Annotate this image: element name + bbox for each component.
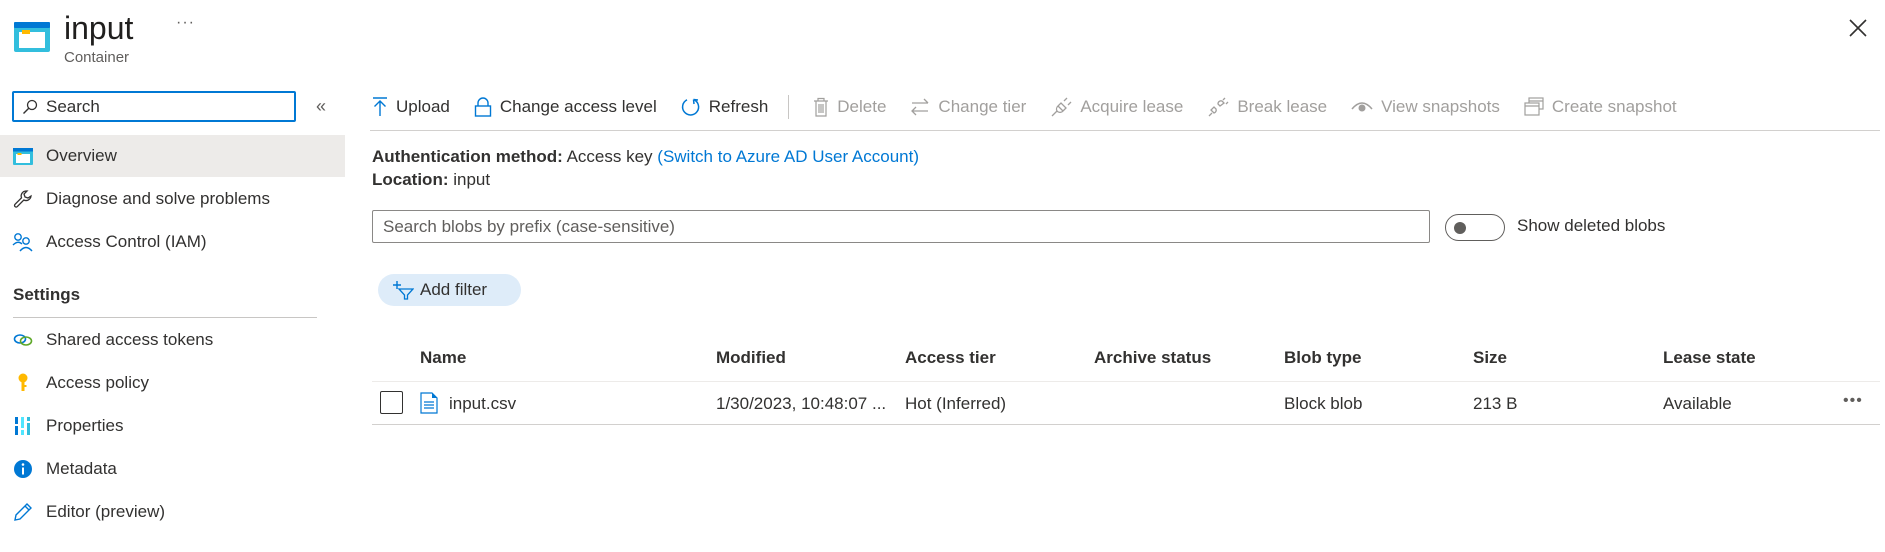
container-icon: [14, 22, 50, 52]
link-icon: [12, 329, 34, 351]
sidebar-item-label: Diagnose and solve problems: [46, 189, 270, 208]
cell-lease-state: Available: [1663, 394, 1732, 413]
create-snapshot-label: Create snapshot: [1551, 97, 1677, 116]
cell-modified: 1/30/2023, 10:48:07 ...: [716, 394, 887, 413]
auth-method-label: Authentication method:: [372, 147, 563, 166]
collapse-sidebar-button[interactable]: «: [316, 96, 326, 117]
toolbar-separator: [788, 95, 790, 119]
show-deleted-label: Show deleted blobs: [1517, 216, 1666, 235]
snapshot-icon: [1524, 97, 1544, 116]
change-tier-button[interactable]: Change tier: [910, 97, 1026, 117]
table-header-divider: [372, 381, 1880, 382]
toggle-knob: [1454, 222, 1466, 234]
table-row-divider: [372, 424, 1880, 425]
properties-icon: [12, 415, 34, 437]
cell-blob-type: Block blob: [1284, 394, 1363, 413]
view-snapshots-label: View snapshots: [1381, 97, 1500, 116]
sidebar-item-metadata[interactable]: Metadata: [0, 448, 345, 490]
page-subtitle: Container: [64, 49, 130, 66]
change-access-level-button[interactable]: Change access level: [474, 97, 657, 117]
blob-search-input[interactable]: [373, 211, 1429, 242]
key-icon: [12, 372, 34, 394]
location-value: input: [453, 170, 491, 189]
lock-icon: [474, 97, 492, 117]
acquire-lease-label: Acquire lease: [1080, 97, 1184, 116]
auth-method-line: Authentication method: Access key (Switc…: [372, 147, 919, 167]
refresh-button[interactable]: Refresh: [681, 97, 769, 117]
view-snapshots-button[interactable]: View snapshots: [1351, 97, 1500, 117]
sidebar-item-properties[interactable]: Properties: [0, 405, 345, 447]
pencil-icon: [12, 501, 34, 523]
close-button[interactable]: [1846, 16, 1870, 40]
close-icon: [1849, 19, 1867, 37]
column-header-size[interactable]: Size: [1473, 348, 1507, 368]
upload-button[interactable]: Upload: [372, 97, 450, 117]
more-options-button[interactable]: ···: [176, 14, 195, 32]
column-header-name[interactable]: Name: [420, 348, 466, 368]
blob-name-link[interactable]: input.csv: [449, 394, 516, 414]
cell-size: 213 B: [1473, 394, 1518, 413]
show-deleted-toggle[interactable]: [1445, 214, 1505, 241]
column-header-access-tier[interactable]: Access tier: [905, 348, 996, 368]
sidebar-item-editor[interactable]: Editor (preview): [0, 491, 345, 533]
upload-label: Upload: [396, 97, 450, 116]
add-filter-button[interactable]: Add filter: [378, 274, 521, 306]
search-icon: [23, 99, 38, 114]
swap-icon: [911, 98, 929, 116]
toolbar-divider: [370, 130, 1880, 131]
add-filter-icon: [393, 281, 414, 300]
break-lease-label: Break lease: [1237, 97, 1328, 116]
people-icon: [12, 231, 34, 253]
sidebar-item-label: Access Control (IAM): [46, 232, 207, 251]
sidebar-item-label: Metadata: [46, 459, 117, 478]
sidebar-item-label: Access policy: [46, 373, 149, 392]
info-icon: [12, 458, 34, 480]
wrench-icon: [12, 188, 34, 210]
sidebar-item-label: Properties: [46, 416, 124, 435]
location-label: Location:: [372, 170, 449, 189]
section-divider: [13, 317, 317, 318]
blob-search-box[interactable]: [372, 210, 1430, 243]
sidebar-item-label: Shared access tokens: [46, 330, 214, 349]
switch-auth-link[interactable]: (Switch to Azure AD User Account): [657, 147, 919, 166]
create-snapshot-button[interactable]: Create snapshot: [1524, 97, 1677, 117]
acquire-lease-button[interactable]: Acquire lease: [1050, 97, 1183, 117]
delete-button[interactable]: Delete: [813, 97, 886, 117]
refresh-icon: [681, 98, 700, 116]
column-header-lease-state[interactable]: Lease state: [1663, 348, 1756, 368]
column-header-modified[interactable]: Modified: [716, 348, 786, 368]
row-checkbox[interactable]: [380, 391, 403, 414]
sidebar-item-access-policy[interactable]: Access policy: [0, 362, 345, 404]
plug-icon: [1051, 97, 1072, 117]
sidebar-search[interactable]: [12, 91, 296, 122]
unplug-icon: [1208, 97, 1229, 117]
settings-section-label: Settings: [13, 285, 81, 304]
sidebar-item-overview[interactable]: Overview: [0, 135, 345, 177]
break-lease-button[interactable]: Break lease: [1207, 97, 1327, 117]
sidebar-item-shared-access-tokens[interactable]: Shared access tokens: [0, 319, 345, 361]
sidebar-item-label: Overview: [46, 146, 117, 165]
add-filter-label: Add filter: [420, 280, 488, 299]
sidebar-item-label: Editor (preview): [46, 502, 166, 521]
change-access-level-label: Change access level: [499, 97, 657, 116]
container-icon: [12, 145, 34, 167]
file-icon: [420, 392, 438, 419]
row-more-button[interactable]: •••: [1843, 392, 1863, 410]
upload-icon: [373, 97, 387, 116]
eye-icon: [1351, 102, 1373, 112]
location-line: Location: input: [372, 170, 490, 190]
change-tier-label: Change tier: [938, 97, 1027, 116]
cell-access-tier: Hot (Inferred): [905, 394, 1007, 413]
column-header-blob-type[interactable]: Blob type: [1284, 348, 1361, 368]
trash-icon: [814, 97, 829, 117]
delete-label: Delete: [837, 97, 887, 116]
page-title: input: [64, 10, 134, 46]
command-bar: Upload Change access level Refresh Delet…: [372, 90, 1701, 124]
sidebar-search-input[interactable]: [44, 95, 284, 118]
auth-method-value: Access key: [566, 147, 653, 166]
sidebar-item-diagnose[interactable]: Diagnose and solve problems: [0, 178, 345, 220]
sidebar-item-access-control[interactable]: Access Control (IAM): [0, 221, 345, 263]
column-header-archive-status[interactable]: Archive status: [1094, 348, 1211, 368]
refresh-label: Refresh: [708, 97, 769, 116]
